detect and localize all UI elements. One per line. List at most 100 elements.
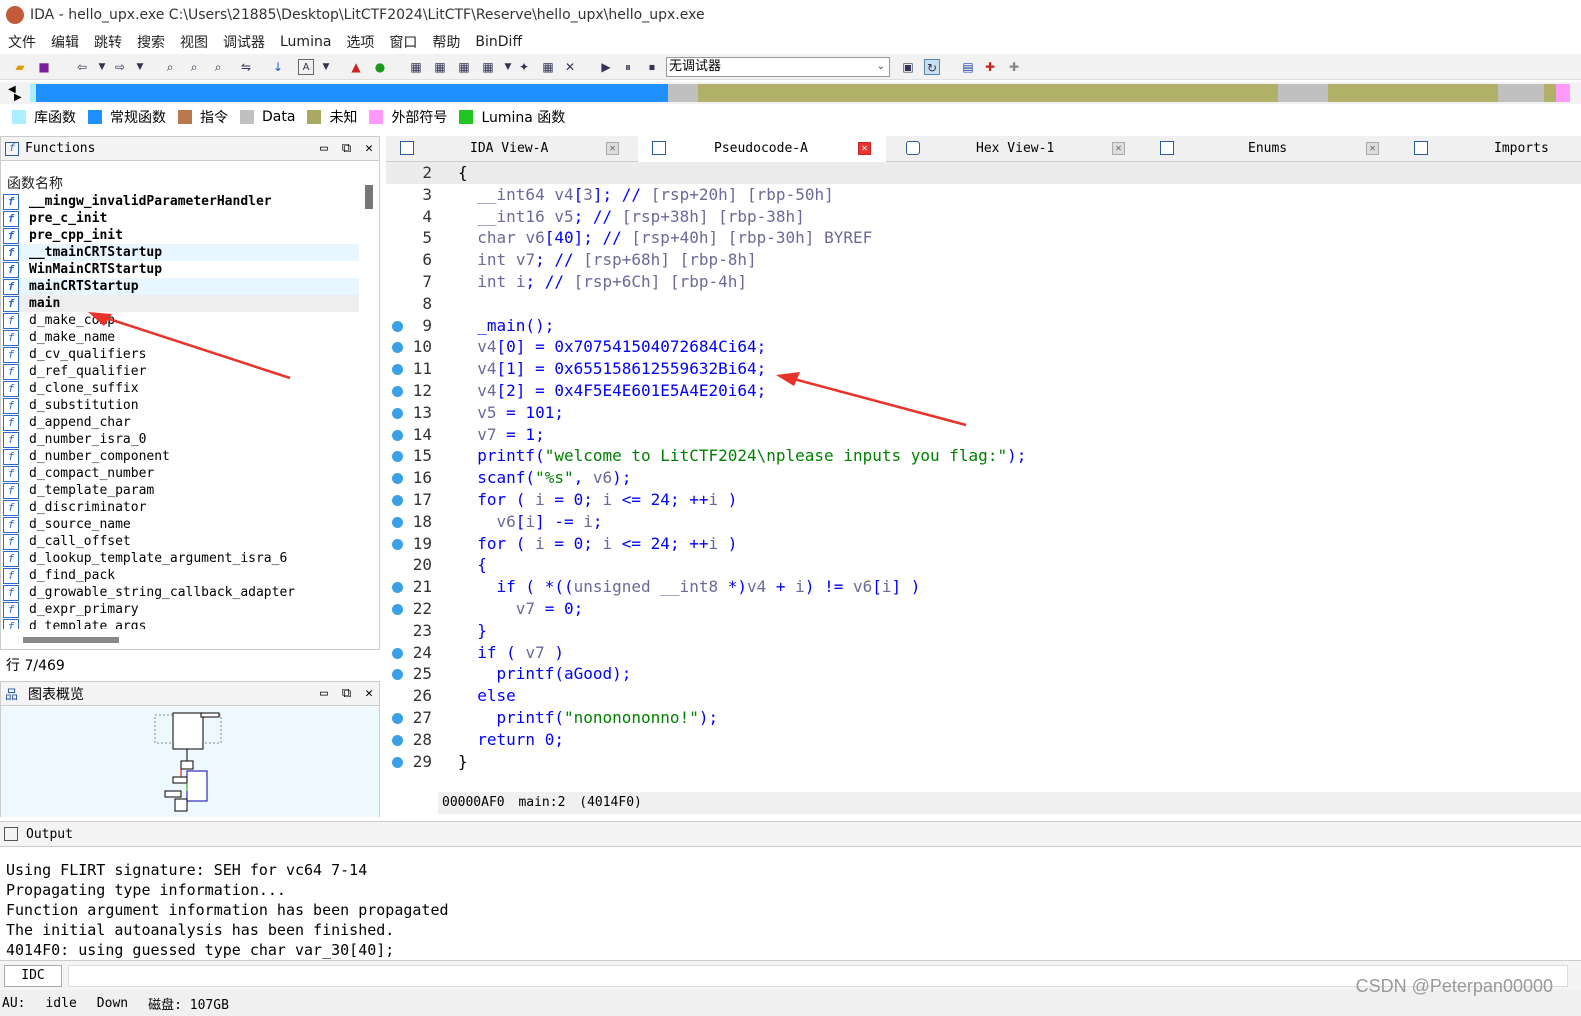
breakpoint-dot-icon[interactable]	[392, 604, 403, 615]
breakpoint-dot-icon[interactable]	[392, 734, 403, 746]
horizontal-scrollbar[interactable]	[23, 637, 119, 643]
code-line[interactable]: 7 int i; // [rsp+6Ch] [rbp-4h]	[386, 271, 1581, 293]
function-list-item[interactable]: f d_substitution	[3, 397, 359, 414]
function-list-item[interactable]: f d_cv_qualifiers	[3, 346, 359, 363]
code-line[interactable]: 6 int v7; // [rsp+68h] [rbp-8h]	[386, 249, 1581, 271]
function-list-item[interactable]: f d_make_name	[3, 329, 359, 346]
breakpoint-dot-icon[interactable]	[392, 582, 403, 594]
function-list-item[interactable]: f d_ref_qualifier	[3, 363, 359, 380]
code-line[interactable]: 16 scanf("%s", v6);	[386, 467, 1581, 489]
debugger-select[interactable]: 无调试器 ⌄	[666, 57, 890, 77]
code-line[interactable]: 15 printf("welcome to LitCTF2024\nplease…	[386, 445, 1581, 467]
restore-icon[interactable]: ⧉	[342, 686, 351, 701]
menu-jump[interactable]: 跳转	[94, 32, 122, 52]
tab-close-icon[interactable]: ✕	[1366, 142, 1379, 155]
function-name-column-header[interactable]: 函数名称	[7, 173, 63, 193]
search-binary-icon[interactable]: ⌕	[162, 59, 178, 75]
run-analysis-icon[interactable]: ●	[372, 59, 388, 75]
code-line[interactable]: 22 v7 = 0;	[386, 598, 1581, 620]
breakpoint-dot-icon[interactable]	[392, 516, 403, 528]
breakpoint-dot-icon[interactable]	[392, 713, 403, 724]
data-dropdown-icon[interactable]: ▼	[500, 59, 516, 75]
code-line[interactable]: 23 }	[386, 620, 1581, 642]
code-icon[interactable]: ▦	[408, 59, 424, 75]
function-list-item[interactable]: f d_expr_primary	[3, 601, 359, 618]
code-line[interactable]: 29}	[386, 751, 1581, 773]
breakpoint-disable-icon[interactable]: ✚	[1006, 59, 1022, 75]
search-immediate-icon[interactable]: ⌕	[210, 59, 226, 75]
menu-lumina[interactable]: Lumina	[280, 34, 331, 50]
string-icon[interactable]: ▦	[456, 59, 472, 75]
code-line[interactable]: 14 v7 = 1;	[386, 424, 1581, 446]
navigation-band[interactable]: ◀ ▶	[0, 82, 1581, 104]
open-icon[interactable]: ▰	[12, 59, 28, 75]
menu-debugger[interactable]: 调试器	[223, 32, 265, 52]
tab-ida-view-a[interactable]: IDA View-A ✕	[386, 136, 634, 162]
function-list-item[interactable]: f d_template_args	[3, 618, 359, 629]
breakpoint-dot-icon[interactable]	[392, 320, 403, 332]
function-list-item[interactable]: f d_make_comp	[3, 312, 359, 329]
idc-button[interactable]: IDC	[4, 965, 62, 987]
tab-imports[interactable]: Imports	[1400, 136, 1581, 162]
tab-close-icon[interactable]: ✕	[606, 142, 619, 155]
search-text-icon[interactable]: ⌕	[186, 59, 202, 75]
menu-help[interactable]: 帮助	[432, 32, 460, 52]
breakpoint-dot-icon[interactable]	[392, 538, 403, 550]
output-log[interactable]: Using FLIRT signature: SEH for vc64 7-14…	[0, 848, 1581, 959]
pause-icon[interactable]: ⏸	[620, 59, 636, 75]
function-list-item[interactable]: f __mingw_invalidParameterHandler	[3, 193, 359, 210]
breakpoint-dot-icon[interactable]	[392, 495, 403, 506]
menu-view[interactable]: 视图	[180, 32, 208, 52]
menu-bindiff[interactable]: BinDiff	[475, 34, 522, 50]
function-list-item[interactable]: f main	[3, 295, 359, 312]
close-icon[interactable]: ✕	[365, 141, 373, 156]
restore-icon[interactable]: ⧉	[342, 141, 351, 156]
function-list-item[interactable]: f d_number_component	[3, 448, 359, 465]
jump-down-icon[interactable]: ↓	[270, 59, 286, 75]
forward-icon[interactable]: ⇨	[112, 59, 128, 75]
code-line[interactable]: 19 for ( i = 0; i <= 24; ++i )	[386, 533, 1581, 555]
code-line[interactable]: 10 v4[0] = 0x707541504072684Ci64;	[386, 336, 1581, 358]
attach-icon[interactable]: ▣	[900, 59, 916, 75]
menu-search[interactable]: 搜索	[137, 32, 165, 52]
graph-icon[interactable]: ▲	[348, 59, 364, 75]
function-list-item[interactable]: f d_clone_suffix	[3, 380, 359, 397]
function-list-item[interactable]: f d_discriminator	[3, 499, 359, 516]
code-line[interactable]: 21 if ( *((unsigned __int8 *)v4 + i) != …	[386, 576, 1581, 598]
function-list-item[interactable]: f __tmainCRTStartup	[3, 244, 359, 261]
code-line[interactable]: 17 for ( i = 0; i <= 24; ++i )	[386, 489, 1581, 511]
text-format-icon[interactable]: A	[298, 59, 314, 75]
forward-dropdown-icon[interactable]: ▼	[132, 59, 148, 75]
menu-options[interactable]: 选项	[346, 32, 374, 52]
code-line[interactable]: 5 char v6[40]; // [rsp+40h] [rbp-30h] BY…	[386, 227, 1581, 249]
function-list-item[interactable]: f d_growable_string_callback_adapter	[3, 584, 359, 601]
tab-enums[interactable]: Enums ✕	[1146, 136, 1394, 162]
stop-icon[interactable]: ⏹	[644, 59, 660, 75]
breakpoint-dot-icon[interactable]	[392, 407, 403, 419]
function-list-item[interactable]: f mainCRTStartup	[3, 278, 359, 295]
breakpoint-dot-icon[interactable]	[392, 473, 403, 485]
vertical-scrollbar[interactable]	[365, 185, 373, 209]
tab-close-icon[interactable]: ✕	[1112, 142, 1125, 155]
idc-command-input[interactable]	[68, 965, 1568, 987]
function-list-item[interactable]: f pre_cpp_init	[3, 227, 359, 244]
code-line[interactable]: 20 {	[386, 554, 1581, 576]
code-line[interactable]: 28 return 0;	[386, 729, 1581, 751]
code-line[interactable]: 9 _main();	[386, 315, 1581, 337]
maximize-icon[interactable]: ▭	[320, 686, 328, 701]
breakpoint-dot-icon[interactable]	[392, 756, 403, 768]
plugin-icon[interactable]: ▤	[960, 59, 976, 75]
breakpoint-dot-icon[interactable]	[392, 386, 403, 397]
code-line[interactable]: 2{	[386, 162, 1581, 184]
code-line[interactable]: 11 v4[1] = 0x655158612559632Bi64;	[386, 358, 1581, 380]
breakpoint-dot-icon[interactable]	[392, 342, 403, 354]
code-line[interactable]: 13 v5 = 101;	[386, 402, 1581, 424]
breakpoint-dot-icon[interactable]	[392, 451, 403, 463]
code-line[interactable]: 3 __int64 v4[3]; // [rsp+20h] [rbp-50h]	[386, 184, 1581, 206]
pseudocode-view[interactable]: 2{3 __int64 v4[3]; // [rsp+20h] [rbp-50h…	[386, 162, 1581, 792]
function-list-item[interactable]: f d_template_param	[3, 482, 359, 499]
menu-file[interactable]: 文件	[8, 32, 36, 52]
function-list-item[interactable]: f WinMainCRTStartup	[3, 261, 359, 278]
xrefs-icon[interactable]: ⇋	[238, 59, 254, 75]
code-line[interactable]: 24 if ( v7 )	[386, 642, 1581, 664]
